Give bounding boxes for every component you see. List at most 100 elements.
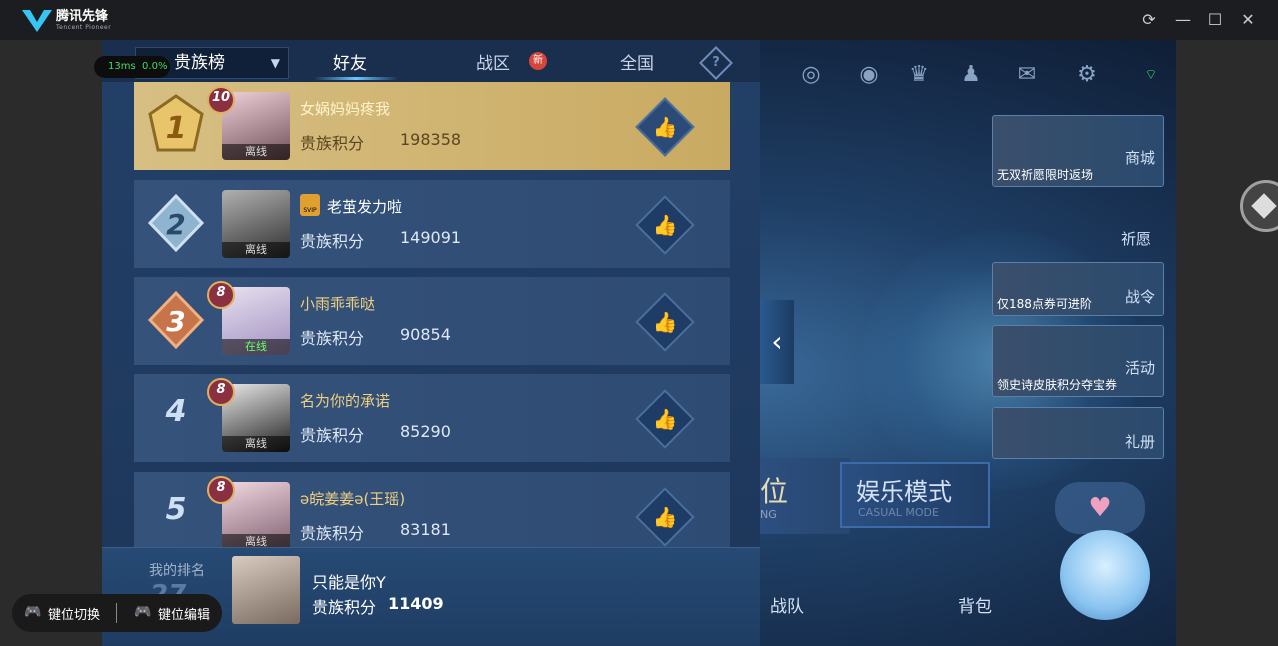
player-name: 老茧发力啦 xyxy=(327,198,403,216)
noble-level: 10 xyxy=(211,90,231,105)
score-label: 贵族积分 xyxy=(300,134,365,153)
right-letterbox xyxy=(1176,40,1278,646)
active-tab-indicator xyxy=(314,77,398,80)
mascot-character[interactable] xyxy=(1060,530,1150,620)
gamepad-icon: 🎮 xyxy=(134,604,152,620)
shop-label: 商城 xyxy=(1124,149,1155,167)
my-player-name: 只能是你Y xyxy=(312,573,386,592)
heart-icon[interactable]: ♥ xyxy=(1055,482,1145,534)
player-name: 女娲妈妈疼我 xyxy=(300,100,391,118)
score-label: 贵族积分 xyxy=(300,524,365,543)
leaderboard-row[interactable]: 4 离线 8 名为你的承诺 贵族积分 85290 👍 xyxy=(134,374,730,462)
score-label: 贵族积分 xyxy=(300,426,365,445)
thumbs-up-icon: 👍 xyxy=(652,213,678,237)
chevron-down-icon: ▼ xyxy=(270,56,280,70)
new-badge: 新 xyxy=(529,52,547,70)
rank-number: 3 xyxy=(166,305,185,338)
performance-overlay: 13ms 0.0% xyxy=(94,56,170,78)
player-name: 小雨乖乖哒 xyxy=(300,295,376,313)
leaderboard-row[interactable]: 3 在线 8 小雨乖乖哒 贵族积分 90854 👍 xyxy=(134,277,730,365)
like-button[interactable]: 👍 xyxy=(635,389,695,449)
mail-icon[interactable]: ✉ xyxy=(1012,60,1042,90)
friends-icon[interactable]: ♟ xyxy=(956,60,986,90)
ping-value: 13ms xyxy=(108,61,136,72)
thumbs-up-icon: 👍 xyxy=(652,505,678,529)
score-value: 90854 xyxy=(400,325,451,344)
leaderboard-row[interactable]: 1 离线 10 女娲妈妈疼我 贵族积分 198358 👍 xyxy=(134,82,730,170)
chevron-left-icon: ‹ xyxy=(771,325,783,358)
casual-mode-button[interactable]: 娱乐模式 CASUAL MODE xyxy=(840,462,990,528)
key-edit-button[interactable]: 键位编辑 xyxy=(158,604,210,623)
thumbs-up-icon: 👍 xyxy=(652,115,678,139)
wish-label[interactable]: 祈愿 xyxy=(1110,228,1162,249)
help-icon: ? xyxy=(712,55,720,70)
score-value: 83181 xyxy=(400,520,451,539)
silver-rank-medal-icon: 2 xyxy=(147,193,205,253)
title-bar: 腾讯先锋 Tencent Pioneer ⟳ — ☐ ✕ xyxy=(0,0,1278,40)
wifi-icon: ⌔ xyxy=(1144,67,1158,83)
tab-region[interactable]: 战区 xyxy=(476,49,510,74)
settings-gear-icon[interactable]: ⚙ xyxy=(1072,60,1102,90)
status-online: 在线 xyxy=(222,339,290,355)
ranked-mode-button[interactable]: 位 NG xyxy=(760,458,850,534)
noble-level-badge: 8 xyxy=(206,474,236,504)
status-offline: 离线 xyxy=(222,242,290,258)
noble-level: 8 xyxy=(216,382,226,397)
tencent-pioneer-logo-icon xyxy=(22,10,52,32)
like-button[interactable]: 👍 xyxy=(635,195,695,255)
thumbs-up-icon: 👍 xyxy=(652,407,678,431)
trophy-icon[interactable]: ♛ xyxy=(904,60,934,90)
ranked-mode-label: 位 xyxy=(760,475,789,508)
shop-card[interactable]: 商城 无双祈愿限时返场 xyxy=(992,115,1164,187)
key-switch-button[interactable]: 键位切换 xyxy=(48,604,100,623)
maximize-button[interactable]: ☐ xyxy=(1203,8,1227,32)
team-button[interactable]: 战队 xyxy=(770,592,804,617)
activity-card[interactable]: 活动 领史诗皮肤积分夺宝券 xyxy=(992,325,1164,397)
svip-badge: SVIP xyxy=(300,194,320,216)
tab-national[interactable]: 全国 xyxy=(620,49,654,74)
gift-book-label: 礼册 xyxy=(1124,433,1155,451)
player-name: ə皖姜姜ə(王瑶) xyxy=(300,490,406,508)
lobby-top-icons: ◎ ◉ ♛ ♟ ✉ ⚙ ⌔ xyxy=(790,60,1170,90)
gold-rank-medal-icon: 1 xyxy=(148,94,204,152)
thumbs-up-icon: 👍 xyxy=(652,310,678,334)
rank-number: 4 xyxy=(165,394,187,429)
my-avatar[interactable] xyxy=(232,556,300,624)
noble-level-badge: 10 xyxy=(206,84,236,114)
ranked-mode-sublabel: NG xyxy=(760,508,777,521)
help-button[interactable]: ? xyxy=(699,46,733,80)
target-icon[interactable]: ◎ xyxy=(796,60,826,90)
backpack-button[interactable]: 背包 xyxy=(958,592,992,617)
eye-icon[interactable]: ◉ xyxy=(854,60,884,90)
app-subname: Tencent Pioneer xyxy=(56,24,112,31)
leaderboard-row[interactable]: 5 离线 8 ə皖姜姜ə(王瑶) 贵族积分 83181 👍 xyxy=(134,472,730,547)
gift-book-card[interactable]: 礼册 xyxy=(992,407,1164,459)
like-button[interactable]: 👍 xyxy=(635,487,695,547)
score-label: 贵族积分 xyxy=(300,329,365,348)
activity-label: 活动 xyxy=(1124,359,1155,377)
like-button[interactable]: 👍 xyxy=(635,292,695,352)
leaderboard-row[interactable]: 2 离线 SVIP 老茧发力啦 贵族积分 149091 👍 xyxy=(134,180,730,268)
like-button[interactable]: 👍 xyxy=(635,97,695,157)
left-letterbox xyxy=(0,40,102,646)
minimize-button[interactable]: — xyxy=(1171,8,1195,32)
close-button[interactable]: ✕ xyxy=(1236,8,1260,32)
rank-number: 2 xyxy=(166,208,185,241)
diamond-icon xyxy=(1251,193,1277,219)
avatar[interactable]: 离线 xyxy=(222,190,290,258)
status-offline: 离线 xyxy=(222,534,290,547)
shop-caption: 无双祈愿限时返场 xyxy=(997,168,1094,182)
activity-caption: 领史诗皮肤积分夺宝券 xyxy=(997,378,1118,392)
collapse-panel-button[interactable]: ‹ xyxy=(760,300,794,384)
my-score-value: 11409 xyxy=(388,594,444,613)
noble-level: 8 xyxy=(216,480,226,495)
tab-friends[interactable]: 好友 xyxy=(333,49,367,74)
battle-pass-card[interactable]: 战令 仅188点券可进阶 xyxy=(992,262,1164,316)
divider xyxy=(116,603,117,623)
app-name: 腾讯先锋 xyxy=(56,9,109,24)
my-score-label: 贵族积分 xyxy=(312,598,377,617)
score-value: 198358 xyxy=(400,130,462,149)
loss-value: 0.0% xyxy=(142,61,168,72)
key-mapping-bar: 🎮 键位切换 🎮 键位编辑 xyxy=(12,594,222,632)
refresh-button[interactable]: ⟳ xyxy=(1137,8,1161,32)
